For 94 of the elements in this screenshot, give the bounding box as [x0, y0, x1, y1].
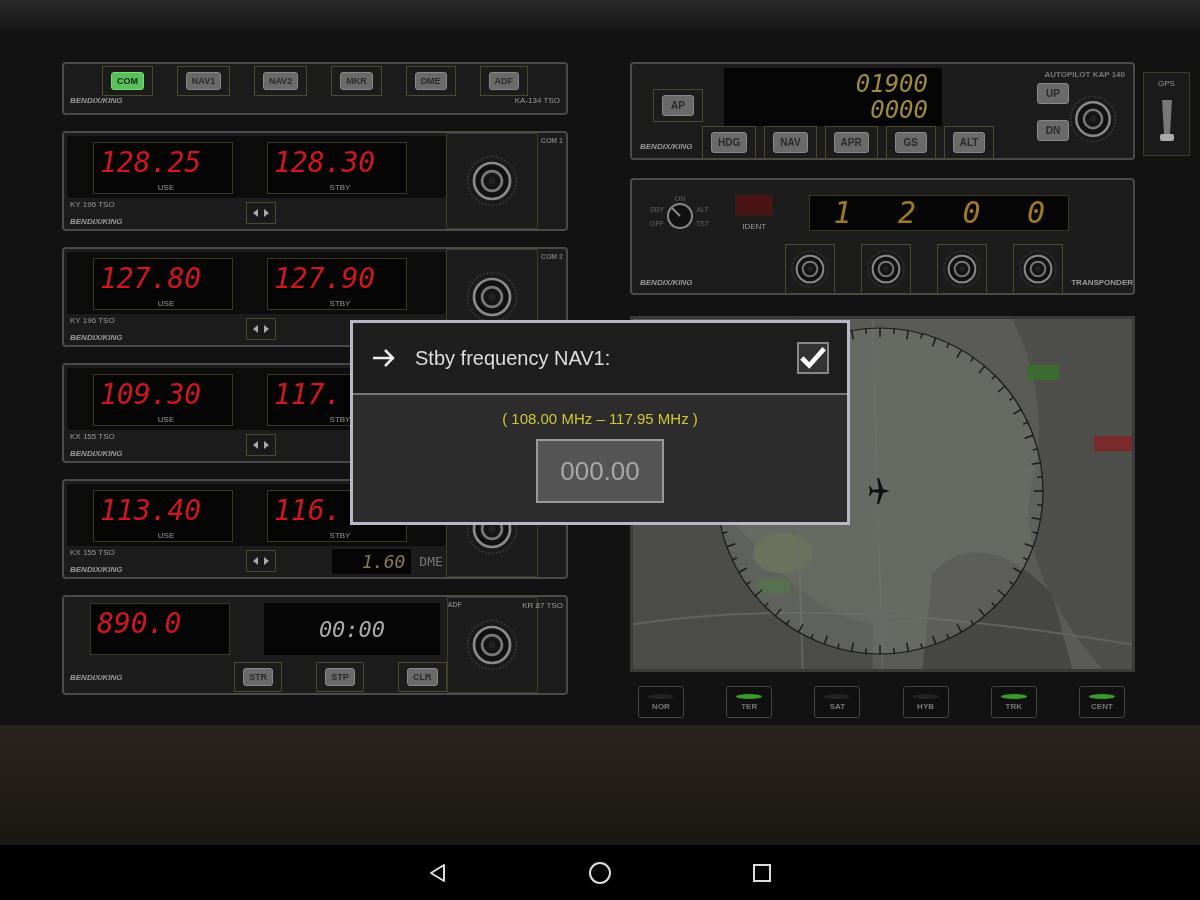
frequency-readout: 890.0 — [97, 606, 182, 642]
frequency-readout: 109.30 — [100, 377, 202, 413]
model-label: KR 87 TSO — [522, 601, 563, 610]
frequency-readout: 128.25 — [100, 145, 202, 181]
dialog-title: Stby frequency NAV1: — [415, 346, 612, 370]
dme-label: DME — [419, 553, 443, 569]
display-label: STBY — [329, 531, 351, 541]
model-label: KX 155 TSO — [70, 548, 116, 558]
toggle-switch[interactable] — [1158, 98, 1175, 142]
mode-button[interactable]: NAV — [773, 132, 808, 153]
trim-button[interactable]: DN — [1037, 119, 1069, 141]
brand-label: BENDIX/KING — [639, 142, 694, 153]
confirm-checkbox[interactable] — [797, 342, 829, 374]
ident-light — [735, 194, 774, 216]
tuning-knob[interactable] — [866, 249, 907, 289]
tuning-knob[interactable] — [465, 154, 519, 208]
brand-label: BENDIX/KING — [639, 278, 694, 289]
mode-button[interactable]: APR — [833, 132, 869, 153]
squawk-digit: 0 — [962, 199, 981, 226]
swap-icon — [252, 556, 270, 567]
model-label: KA-134 TSO — [514, 96, 560, 105]
brand-label: BENDIX/KING — [70, 449, 124, 459]
switch-label: GPS — [1158, 79, 1175, 88]
brand-label: BENDIX/KING — [70, 96, 123, 105]
timer-button[interactable]: STR — [243, 668, 273, 687]
tuning-knob[interactable] — [465, 618, 520, 672]
audio-select-button[interactable]: NAV2 — [263, 72, 299, 90]
swap-button[interactable] — [246, 318, 276, 341]
audio-select-button[interactable]: MKR — [340, 72, 373, 90]
squawk-digit: 1 — [833, 199, 852, 226]
swap-icon — [252, 324, 270, 335]
dme-readout: 1.60 — [332, 548, 412, 574]
tuning-knob[interactable] — [790, 249, 831, 289]
timer-button[interactable]: CLR — [407, 668, 438, 687]
swap-icon — [252, 440, 270, 451]
panel-title: TRANSPONDER — [1070, 278, 1133, 289]
frequency-readout: 127.90 — [274, 261, 376, 297]
map-mode-button[interactable]: CENT — [1078, 686, 1125, 718]
display-label: USE — [157, 299, 175, 309]
frequency-input[interactable]: 000.00 — [536, 439, 664, 503]
display-label: USE — [157, 183, 175, 193]
swap-button[interactable] — [246, 434, 276, 457]
mode-knob[interactable] — [666, 202, 694, 230]
range-hint: ( 108.00 MHz – 117.95 MHz ) — [502, 410, 698, 427]
tuning-knob[interactable] — [1068, 93, 1118, 144]
map-mode-button[interactable]: HYB — [902, 686, 949, 718]
audio-select-button[interactable]: DME — [414, 72, 447, 90]
brand-label: BENDIX/KING — [70, 217, 124, 227]
audio-select-button[interactable]: COM — [110, 72, 144, 90]
model-label: KY 196 TSO — [70, 316, 116, 326]
swap-button[interactable] — [246, 202, 276, 225]
brand-label: BENDIX/KING — [70, 333, 124, 343]
ap-button[interactable]: AP — [662, 95, 694, 116]
swap-button[interactable] — [246, 550, 276, 573]
mode-button[interactable]: ALT — [952, 132, 986, 153]
tuning-knob[interactable] — [942, 249, 983, 289]
map-mode-button[interactable]: TRK — [990, 686, 1037, 718]
ident-label: IDENT — [742, 222, 767, 231]
mode-button[interactable]: GS — [894, 132, 927, 153]
audio-select-button[interactable]: ADF — [488, 72, 519, 90]
home-button[interactable] — [588, 860, 612, 885]
model-label: KY 196 TSO — [70, 200, 116, 210]
map-mode-button[interactable]: TER — [726, 686, 773, 718]
audio-select-button[interactable]: NAV1 — [185, 72, 222, 90]
mode-button[interactable]: HDG — [711, 132, 748, 153]
vertical-speed-readout: 0000 — [869, 97, 928, 123]
frequency-readout: 113.40 — [100, 493, 202, 529]
display-label: USE — [157, 415, 175, 425]
timer-readout: 00:00 — [264, 603, 440, 655]
display-label: STBY — [329, 183, 351, 193]
display-label: STBY — [329, 415, 351, 425]
display-label: USE — [157, 531, 175, 541]
brand-label: BENDIX/KING — [69, 672, 124, 682]
frequency-readout: 117. — [274, 377, 342, 413]
squawk-digit: 0 — [1026, 199, 1046, 226]
recents-button[interactable] — [752, 862, 772, 883]
trim-button[interactable]: UP — [1037, 82, 1069, 104]
map-mode-button[interactable]: NOR — [638, 686, 684, 718]
model-label: KX 155 TSO — [70, 432, 116, 442]
frequency-readout: 128.30 — [274, 145, 376, 181]
frequency-readout: 116. — [274, 493, 342, 529]
frequency-readout: 127.80 — [100, 261, 202, 297]
back-button[interactable] — [428, 862, 448, 883]
arrow-icon — [371, 348, 397, 368]
airplane-icon — [869, 478, 890, 504]
swap-icon — [252, 208, 270, 219]
display-label: STBY — [329, 299, 351, 309]
map-mode-button[interactable]: SAT — [814, 686, 861, 718]
squawk-digit: 2 — [897, 199, 917, 226]
altitude-readout: 01900 — [855, 71, 928, 97]
tuning-knob[interactable] — [1018, 249, 1059, 289]
brand-label: BENDIX/KING — [70, 565, 124, 575]
timer-button[interactable]: STP — [325, 668, 355, 687]
panel-title: AUTOPILOT KAP 140 — [1044, 70, 1125, 79]
